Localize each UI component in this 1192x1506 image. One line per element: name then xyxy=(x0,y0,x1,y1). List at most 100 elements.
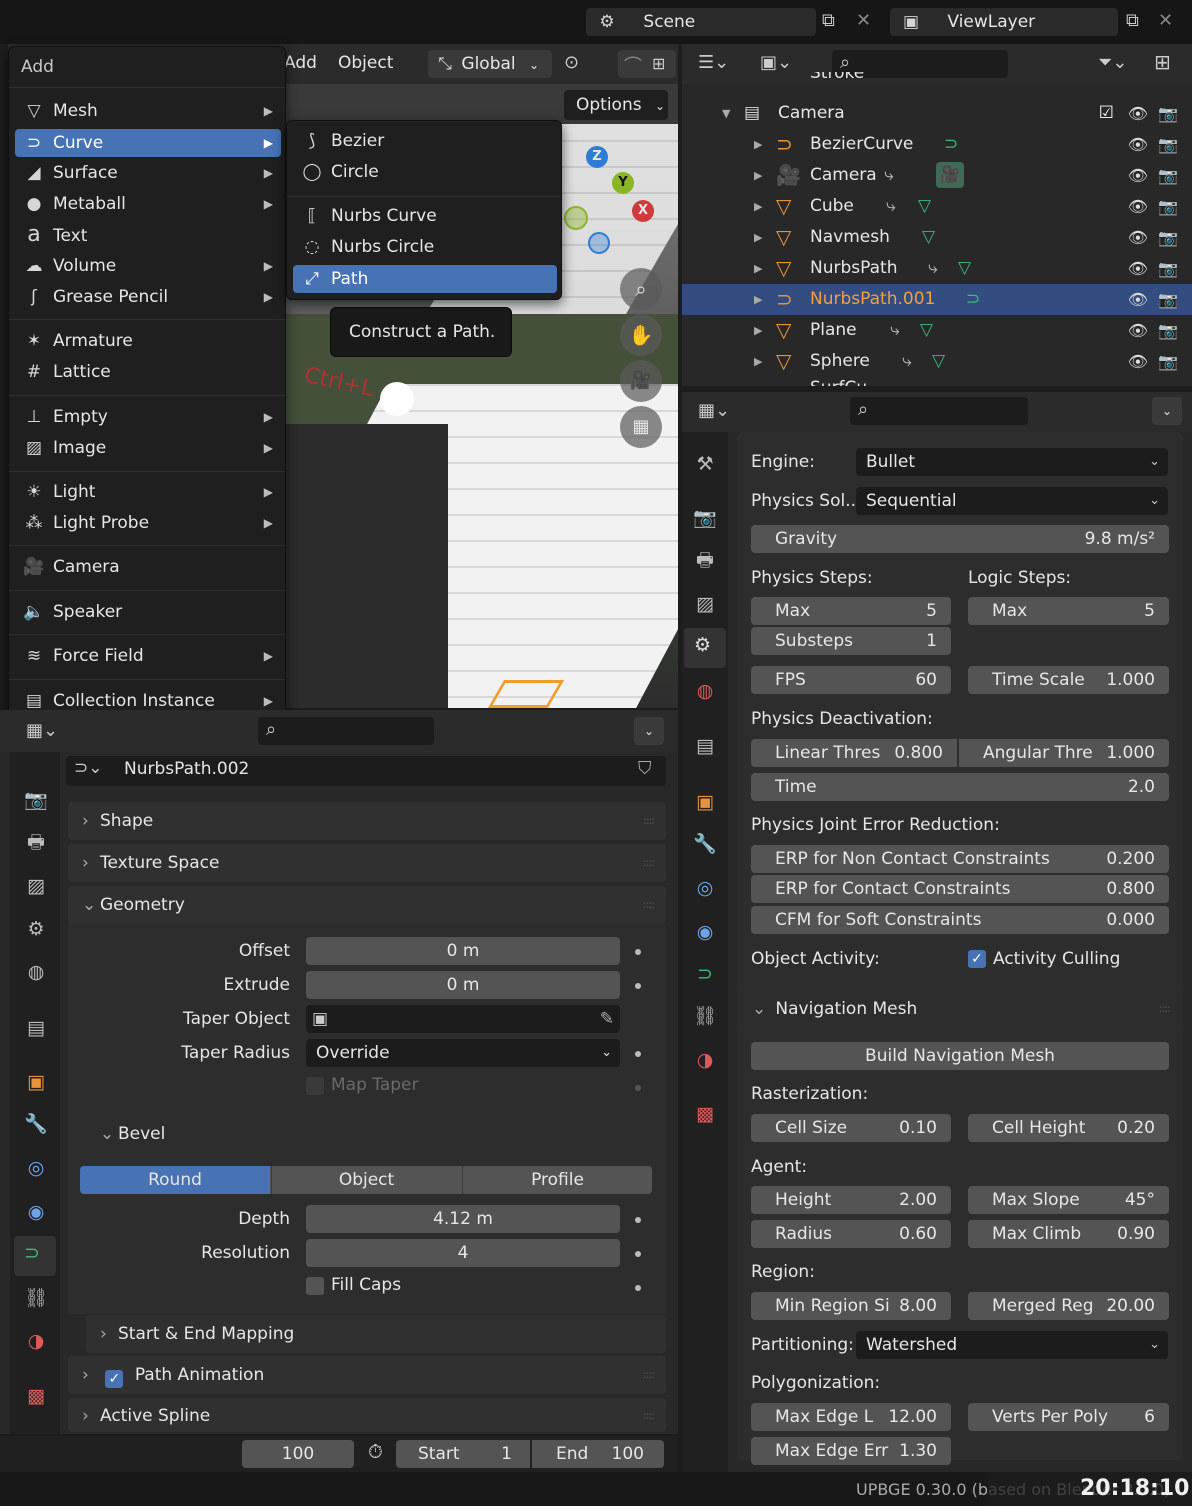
gizmo-x-axis[interactable]: X xyxy=(632,200,654,222)
close-scene-icon[interactable]: ✕ xyxy=(856,10,871,31)
menu-item-force-field[interactable]: ≋ Force Field ▶ xyxy=(15,642,281,670)
outliner-row-navmesh[interactable]: ▶ ▽ Navmesh ▽ 👁 📷 xyxy=(682,222,1192,253)
menu-item-armature[interactable]: ✶ Armature xyxy=(15,327,281,355)
panel-active-spline[interactable]: › Active Spline:::: xyxy=(68,1398,666,1432)
modifier-tab-icon[interactable]: 🔧 xyxy=(691,830,719,858)
eye-icon[interactable]: 👁 xyxy=(1128,222,1148,253)
panel-bevel[interactable]: ⌄ Bevel xyxy=(86,1115,666,1153)
outliner-row-nurbspath[interactable]: ▶ ▽ NurbsPath ⤷ ▽ 👁 📷 xyxy=(682,253,1192,284)
menu-item-lattice[interactable]: # Lattice xyxy=(15,358,281,386)
activity-culling-checkbox[interactable]: ✓ xyxy=(968,950,986,968)
cfm-soft-field[interactable]: CFM for Soft Constraints 0.000 xyxy=(751,906,1169,934)
taper-radius-dropdown[interactable]: Override ⌄ xyxy=(306,1039,620,1067)
object-tab-icon[interactable]: ▣ xyxy=(691,788,719,816)
extrude-field[interactable]: 0 m xyxy=(306,971,620,999)
display-mode-icon[interactable]: ☰⌄ xyxy=(698,52,729,73)
panel-shape[interactable]: › Shape:::: xyxy=(68,802,666,840)
merged-region-field[interactable]: Merged Reg 20.00 xyxy=(968,1292,1169,1320)
gizmo-z-axis[interactable]: Z xyxy=(586,146,608,168)
output-tab-icon[interactable]: 🖶 xyxy=(22,828,50,856)
close-view-layer-icon[interactable]: ✕ xyxy=(1158,10,1173,31)
map-taper-checkbox[interactable] xyxy=(306,1077,324,1095)
keyframe-dot-icon[interactable] xyxy=(635,1051,641,1057)
cell-size-field[interactable]: Cell Size 0.10 xyxy=(751,1114,951,1142)
render-camera-icon[interactable]: 📷 xyxy=(1158,129,1178,160)
menu-item-camera[interactable]: 🎥 Camera xyxy=(15,553,281,581)
object-tab-icon[interactable]: ▣ xyxy=(22,1068,50,1096)
submenu-item-path[interactable]: ⤢ Path xyxy=(293,265,557,293)
menu-item-light[interactable]: ☀ Light ▶ xyxy=(15,478,281,506)
render-camera-icon[interactable]: 📷 xyxy=(1158,98,1178,129)
editor-type-icon[interactable]: ▦⌄ xyxy=(26,720,58,741)
texture-tab-icon[interactable]: ▩ xyxy=(22,1382,50,1410)
menu-item-empty[interactable]: ⊥ Empty ▶ xyxy=(15,403,281,431)
eye-icon[interactable]: 👁 xyxy=(1128,160,1148,191)
menu-item-speaker[interactable]: 🔈 Speaker xyxy=(15,598,281,626)
render-camera-icon[interactable]: 📷 xyxy=(1158,191,1178,222)
deactivation-time-field[interactable]: Time 2.0 xyxy=(751,773,1169,801)
chevron-down-icon[interactable]: ⌄ xyxy=(634,717,664,745)
bevel-mode-object[interactable]: Object xyxy=(271,1166,461,1194)
menu-item-volume[interactable]: ☁ Volume ▶ xyxy=(15,252,281,280)
max-logic-steps-field[interactable]: Max 5 xyxy=(968,597,1169,625)
drag-grip-icon[interactable]: :::: xyxy=(643,1398,655,1434)
current-frame-field[interactable]: 100 xyxy=(242,1440,354,1468)
keyframe-dot-icon[interactable] xyxy=(635,1251,641,1257)
drag-grip-icon[interactable]: :::: xyxy=(1159,990,1171,1028)
filter-icon[interactable]: ⏷⌄ xyxy=(1098,52,1127,73)
curve-data-tab-icon[interactable]: ⊃ xyxy=(691,960,719,988)
submenu-item-nurbs-circle[interactable]: ◌ Nurbs Circle xyxy=(293,233,555,261)
engine-dropdown[interactable]: Bullet ⌄ xyxy=(856,448,1168,476)
render-tab-icon[interactable]: 📷 xyxy=(691,504,719,532)
drag-grip-icon[interactable]: :::: xyxy=(643,844,655,882)
eye-icon[interactable]: 👁 xyxy=(1128,129,1148,160)
taper-object-field[interactable]: ▣ ✎ xyxy=(306,1005,620,1033)
bevel-mode-round[interactable]: Round xyxy=(80,1166,270,1194)
verts-per-poly-field[interactable]: Verts Per Poly 6 xyxy=(968,1403,1169,1431)
world-tab-icon[interactable]: ◍ xyxy=(691,677,719,705)
fps-field[interactable]: FPS 60 xyxy=(751,666,951,694)
new-view-layer-icon[interactable]: ⧉ xyxy=(1126,10,1139,31)
depth-field[interactable]: 4.12 m xyxy=(306,1205,620,1233)
options-dropdown[interactable]: Options ⌄ xyxy=(564,90,668,120)
panel-path-animation[interactable]: › ✓ Path Animation :::: xyxy=(68,1356,666,1394)
camera-view-icon[interactable]: 🎥 xyxy=(620,360,662,402)
particles-tab-icon[interactable]: ◎ xyxy=(691,874,719,902)
linear-threshold-field[interactable]: Linear Thres 0.800 xyxy=(751,739,957,767)
fill-caps-checkbox[interactable] xyxy=(306,1277,324,1295)
datablock-selector[interactable]: ⊃⌄ NurbsPath.002 ⛉ xyxy=(66,756,666,786)
physics-solver-dropdown[interactable]: Sequential ⌄ xyxy=(856,487,1168,515)
physics-tab-icon[interactable]: ◉ xyxy=(22,1198,50,1226)
outliner-row-nurbspath-001[interactable]: ▶ ⊃ NurbsPath.001 ⊃ 👁 📷 xyxy=(682,284,1192,315)
menu-item-metaball[interactable]: ● Metaball ▶ xyxy=(15,190,281,218)
build-navmesh-button[interactable]: Build Navigation Mesh xyxy=(751,1042,1169,1070)
keyframe-dot-icon[interactable] xyxy=(635,1217,641,1223)
menu-item-image[interactable]: ▨ Image ▶ xyxy=(15,434,281,462)
data-tab-active[interactable]: ⊃ xyxy=(14,1236,56,1276)
material-tab-icon[interactable]: ◑ xyxy=(22,1327,50,1355)
snap-toggle[interactable]: ⌒ ⊞ xyxy=(618,50,676,78)
agent-height-field[interactable]: Height 2.00 xyxy=(751,1186,951,1214)
constraints-tab-icon[interactable]: ⛓ xyxy=(22,1284,50,1312)
light-object[interactable] xyxy=(380,382,414,416)
erp-contact-field[interactable]: ERP for Contact Constraints 0.800 xyxy=(751,875,1169,903)
outliner-row-cube[interactable]: ▶ ▽ Cube ⤷ ▽ 👁 📷 xyxy=(682,191,1192,222)
menu-item-light-probe[interactable]: ⁂ Light Probe ▶ xyxy=(15,509,281,537)
max-edge-length-field[interactable]: Max Edge L 12.00 xyxy=(751,1403,951,1431)
panel-navigation-mesh[interactable]: ⌄ Navigation Mesh :::: xyxy=(738,990,1182,1028)
ortho-grid-icon[interactable]: ▦ xyxy=(620,406,662,448)
panel-geometry[interactable]: ⌄ Geometry:::: xyxy=(68,886,666,924)
pan-hand-icon[interactable]: ✋ xyxy=(620,314,662,356)
view-layer-tab-icon[interactable]: ▨ xyxy=(691,590,719,618)
material-tab-icon[interactable]: ◑ xyxy=(691,1046,719,1074)
render-camera-icon[interactable]: 📷 xyxy=(1158,160,1178,191)
menu-item-surface[interactable]: ◢ Surface ▶ xyxy=(15,159,281,187)
render-camera-icon[interactable]: 📷 xyxy=(1158,253,1178,284)
outliner-row-camera[interactable]: ▶ 🎥 Camera ⤷ 🎥 👁 📷 xyxy=(682,160,1192,191)
cell-height-field[interactable]: Cell Height 0.20 xyxy=(968,1114,1169,1142)
keyframe-dot-icon[interactable] xyxy=(635,949,641,955)
outliner-row-partial[interactable]: Stroke xyxy=(682,72,1192,92)
gizmo-neg-z[interactable] xyxy=(588,232,610,254)
scene-tab-icon[interactable]: ⚙ xyxy=(22,915,50,943)
submenu-item-nurbs-curve[interactable]: ⟦ Nurbs Curve xyxy=(293,202,555,230)
